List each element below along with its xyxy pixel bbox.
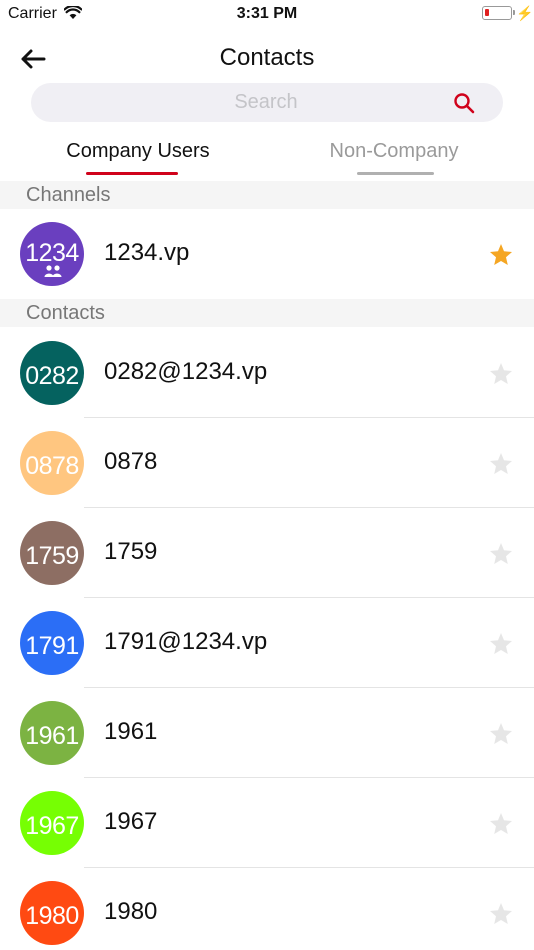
contact-avatar-text: 1961 [25, 722, 79, 750]
contact-name: 1967 [104, 808, 158, 835]
star-icon[interactable] [489, 902, 513, 925]
favorite-star-icon[interactable] [489, 243, 513, 266]
contact-avatar: 0878 [20, 431, 84, 495]
star-icon[interactable] [489, 632, 513, 655]
contact-row[interactable]: 1791 1791@1234.vp [0, 598, 534, 688]
tab-non-company-underline [357, 172, 434, 175]
star-icon[interactable] [489, 542, 513, 565]
contacts-header-label: Contacts [26, 302, 105, 324]
status-time: 3:31 PM [236, 5, 298, 22]
contact-avatar: 1791 [20, 611, 84, 675]
search-bar [31, 83, 503, 122]
star-icon[interactable] [489, 812, 513, 835]
contact-avatar: 1961 [20, 701, 84, 765]
contact-avatar-text: 1791 [25, 632, 79, 660]
contact-avatar-text: 0878 [25, 452, 79, 480]
contact-name: 1980 [104, 898, 158, 925]
contact-name: 1791@1234.vp [104, 628, 268, 655]
contact-avatar: 1980 [20, 881, 84, 945]
contact-row[interactable]: 1961 1961 [0, 688, 534, 778]
search-icon[interactable] [453, 92, 475, 114]
battery-icon [482, 6, 515, 20]
contact-avatar-text: 1759 [25, 542, 79, 570]
contact-avatar: 1967 [20, 791, 84, 855]
channels-header-label: Channels [26, 184, 111, 206]
contact-row[interactable]: 0282 0282@1234.vp [0, 328, 534, 418]
contact-row[interactable]: 0878 0878 [0, 418, 534, 508]
contact-name: 0878 [104, 448, 158, 475]
nav-bar: Contacts [0, 36, 534, 80]
channel-avatar: 1234 [20, 222, 84, 286]
charging-icon: ⚡ [516, 5, 534, 21]
contact-row[interactable]: 1967 1967 [0, 778, 534, 868]
search-input[interactable] [71, 83, 461, 122]
contact-row[interactable]: 1759 1759 [0, 508, 534, 598]
group-icon [44, 265, 62, 277]
star-icon[interactable] [489, 362, 513, 385]
contact-name: 1961 [104, 718, 158, 745]
star-icon[interactable] [489, 722, 513, 745]
contact-avatar-text: 1967 [25, 812, 79, 840]
page-title: Contacts [219, 44, 315, 71]
contact-avatar-text: 1980 [25, 902, 79, 930]
channel-row[interactable]: 1234 1234.vp [0, 209, 534, 299]
tab-company-users-underline [86, 172, 178, 175]
channels-section-header: Channels [0, 181, 534, 209]
contact-avatar-text: 0282 [25, 362, 79, 390]
contact-avatar: 0282 [20, 341, 84, 405]
contact-row[interactable]: 1980 1980 [0, 868, 534, 950]
channel-name: 1234.vp [104, 239, 190, 266]
contacts-section-header: Contacts [0, 299, 534, 327]
contact-avatar: 1759 [20, 521, 84, 585]
status-bar: Carrier 3:31 PM ⚡ [0, 0, 534, 28]
contact-name: 1759 [104, 538, 158, 565]
star-icon[interactable] [489, 452, 513, 475]
contact-name: 0282@1234.vp [104, 358, 268, 385]
